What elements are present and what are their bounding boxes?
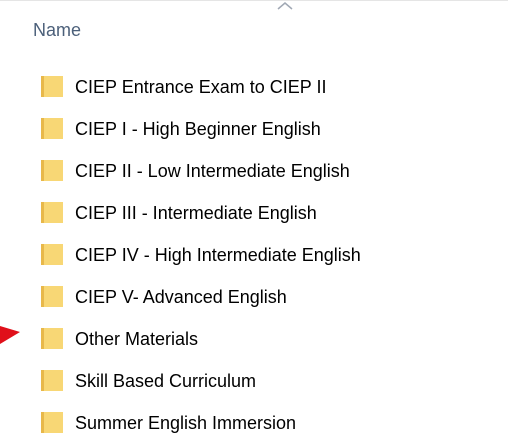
folder-item[interactable]: CIEP I - High Beginner English — [0, 108, 508, 150]
folder-icon — [41, 76, 63, 97]
folder-name: CIEP I - High Beginner English — [75, 119, 321, 139]
folder-icon — [41, 160, 63, 181]
folder-item[interactable]: CIEP III - Intermediate English — [0, 192, 508, 234]
folder-item[interactable]: Summer English Immersion — [0, 402, 508, 444]
folder-icon — [41, 328, 63, 349]
folder-name: CIEP II - Low Intermediate English — [75, 161, 350, 181]
column-header-bar: Name — [0, 0, 508, 62]
folder-name: CIEP III - Intermediate English — [75, 203, 317, 223]
folder-name: Summer English Immersion — [75, 413, 297, 433]
red-pointer-arrow-icon — [0, 326, 20, 344]
folder-icon — [41, 412, 63, 433]
folder-icon — [41, 202, 63, 223]
folder-icon — [41, 370, 63, 391]
folder-name: Other Materials — [75, 329, 199, 349]
header-divider — [0, 0, 508, 1]
sort-ascending-icon[interactable] — [275, 1, 295, 11]
folder-name: CIEP V- Advanced English — [75, 287, 287, 307]
folder-item[interactable]: Skill Based Curriculum — [0, 360, 508, 402]
folder-icon — [41, 286, 63, 307]
folder-name: Skill Based Curriculum — [75, 371, 257, 391]
folder-item[interactable]: CIEP V- Advanced English — [0, 276, 508, 318]
folder-name: CIEP Entrance Exam to CIEP II — [75, 77, 327, 97]
folder-item[interactable]: CIEP II - Low Intermediate English — [0, 150, 508, 192]
folder-icon — [41, 118, 63, 139]
folder-name: CIEP IV - High Intermediate English — [75, 245, 361, 265]
name-column-header[interactable]: Name — [33, 20, 81, 41]
folder-list: CIEP Entrance Exam to CIEP II CIEP I - H… — [0, 66, 508, 444]
folder-item[interactable]: CIEP Entrance Exam to CIEP II — [0, 66, 508, 108]
folder-icon — [41, 244, 63, 265]
folder-item[interactable]: CIEP IV - High Intermediate English — [0, 234, 508, 276]
folder-item[interactable]: Other Materials — [0, 318, 508, 360]
